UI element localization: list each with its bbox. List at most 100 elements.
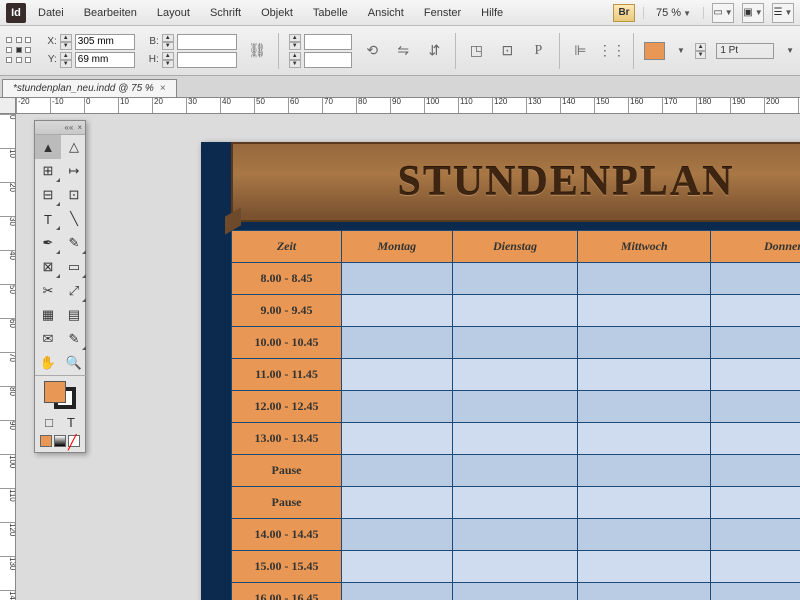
schedule-cell	[578, 583, 711, 600]
chevron-down-icon[interactable]: ▼	[677, 46, 685, 55]
fill-stroke-swatch[interactable]	[44, 381, 76, 409]
apply-color-icon[interactable]	[40, 435, 52, 447]
y-input[interactable]	[75, 52, 135, 68]
y-stepper[interactable]: ▲▼	[60, 52, 72, 68]
menu-type[interactable]: Schrift	[202, 4, 249, 22]
schedule-cell	[578, 327, 711, 359]
select-container-icon[interactable]: ◳	[466, 40, 487, 62]
menu-window[interactable]: Fenster	[416, 4, 469, 22]
stroke-stepper[interactable]: ▲▼	[695, 43, 706, 59]
h-stepper[interactable]: ▲▼	[162, 52, 174, 68]
menu-layout[interactable]: Layout	[149, 4, 198, 22]
schedule-cell	[452, 359, 578, 391]
tools-panel[interactable]: ««× ▲ △ ⊞ ↦ ⊟ ⊡ T ╲ ✒ ✎ ⊠ ▭ ✂ ⤢ ▦ ▤ ✉ ✎ …	[34, 120, 86, 453]
direct-selection-tool-icon[interactable]: △	[61, 135, 87, 159]
gap-tool-icon[interactable]: ↦	[61, 159, 87, 183]
page-tool-icon[interactable]: ⊞	[35, 159, 61, 183]
reference-point[interactable]	[6, 37, 33, 65]
zoom-level[interactable]: 75 %▼	[643, 7, 704, 19]
view-options-icon[interactable]: ▭▼	[712, 3, 734, 23]
content-placer-icon[interactable]: ⊡	[61, 183, 87, 207]
panel-header[interactable]: «« ×	[35, 121, 85, 135]
type-tool-icon[interactable]: T	[35, 207, 61, 231]
schedule-cell	[578, 519, 711, 551]
menu-help[interactable]: Hilfe	[473, 4, 511, 22]
ruler-origin[interactable]	[0, 98, 16, 114]
flip-v-icon[interactable]: ⇵	[424, 40, 445, 62]
x-input[interactable]	[75, 34, 135, 50]
scissors-tool-icon[interactable]: ✂	[35, 279, 61, 303]
document-page[interactable]: STUNDENPLAN ZeitMontagDienstagMittwochDo…	[201, 142, 800, 600]
menu-bar: Id Datei Bearbeiten Layout Schrift Objek…	[0, 0, 800, 26]
menu-object[interactable]: Objekt	[253, 4, 301, 22]
hand-tool-icon[interactable]: ✋	[35, 351, 61, 375]
menu-table[interactable]: Tabelle	[305, 4, 356, 22]
menu-edit[interactable]: Bearbeiten	[76, 4, 145, 22]
flip-h-icon[interactable]: ⇋	[393, 40, 414, 62]
selection-tool-icon[interactable]: ▲	[35, 135, 61, 159]
x-label: X:	[43, 36, 57, 47]
gradient-feather-tool-icon[interactable]: ▤	[61, 303, 87, 327]
schedule-cell	[711, 423, 800, 455]
h-input[interactable]	[177, 52, 237, 68]
rectangle-tool-icon[interactable]: ▭	[61, 255, 87, 279]
bridge-button[interactable]: Br	[613, 4, 635, 22]
select-content-icon[interactable]: ⊡	[497, 40, 518, 62]
column-header: Donnerstag	[711, 231, 800, 263]
constrain-icon[interactable]: ⛓	[247, 40, 268, 62]
note-tool-icon[interactable]: ✉	[35, 327, 61, 351]
time-cell: 15.00 - 15.45	[232, 551, 342, 583]
schedule-cell	[578, 423, 711, 455]
formatting-text-icon[interactable]: T	[61, 413, 81, 431]
apply-none-icon[interactable]: ╱	[68, 435, 80, 447]
fill-swatch[interactable]	[644, 42, 665, 60]
line-tool-icon[interactable]: ╲	[61, 207, 87, 231]
ruler-horizontal[interactable]: -20-100102030405060708090100110120130140…	[16, 98, 800, 114]
menu-view[interactable]: Ansicht	[360, 4, 412, 22]
rectangle-frame-tool-icon[interactable]: ⊠	[35, 255, 61, 279]
schedule-cell	[452, 487, 578, 519]
x-stepper[interactable]: ▲▼	[60, 34, 72, 50]
canvas[interactable]: STUNDENPLAN ZeitMontagDienstagMittwochDo…	[16, 114, 800, 600]
menu-file[interactable]: Datei	[30, 4, 72, 22]
content-collector-icon[interactable]: ⊟	[35, 183, 61, 207]
timetable-header: STUNDENPLAN	[231, 142, 800, 222]
screen-mode-icon[interactable]: ▣▼	[742, 3, 764, 23]
eyedropper-tool-icon[interactable]: ✎	[61, 327, 87, 351]
close-icon[interactable]: ×	[160, 83, 166, 94]
chevron-down-icon[interactable]: ▼	[786, 46, 794, 55]
schedule-cell	[452, 583, 578, 600]
apply-gradient-icon[interactable]	[54, 435, 66, 447]
formatting-container-icon[interactable]: □	[39, 413, 59, 431]
schedule-cell	[342, 583, 453, 600]
free-transform-tool-icon[interactable]: ⤢	[61, 279, 87, 303]
p-icon[interactable]: P	[528, 40, 549, 62]
document-tab[interactable]: *stundenplan_neu.indd @ 75 % ×	[2, 79, 177, 97]
fill-color-icon[interactable]	[44, 381, 66, 403]
scale-y-input[interactable]	[304, 52, 352, 68]
rotate-icon[interactable]: ⟲	[362, 40, 383, 62]
time-cell: 12.00 - 12.45	[232, 391, 342, 423]
control-bar: X: ▲▼ Y: ▲▼ B: ▲▼ H: ▲▼ ⛓ ▲▼ ▲▼	[0, 26, 800, 76]
scale-y-stepper[interactable]: ▲▼	[289, 52, 301, 68]
scale-x-input[interactable]	[304, 34, 352, 50]
collapse-icon[interactable]: ««	[64, 123, 73, 132]
time-cell: 16.00 - 16.45	[232, 583, 342, 600]
w-stepper[interactable]: ▲▼	[162, 34, 174, 50]
zoom-tool-icon[interactable]: 🔍	[61, 351, 87, 375]
stroke-weight[interactable]: 1 Pt	[716, 43, 774, 59]
y-label: Y:	[43, 54, 57, 65]
schedule-cell	[342, 423, 453, 455]
pen-tool-icon[interactable]: ✒	[35, 231, 61, 255]
schedule-cell	[711, 455, 800, 487]
close-icon[interactable]: ×	[77, 123, 82, 132]
distribute-icon[interactable]: ⋮⋮	[601, 40, 623, 62]
schedule-cell	[452, 295, 578, 327]
gradient-swatch-tool-icon[interactable]: ▦	[35, 303, 61, 327]
ruler-vertical[interactable]: 0102030405060708090100110120130140150	[0, 114, 16, 600]
w-input[interactable]	[177, 34, 237, 50]
arrange-icon[interactable]: ☰▼	[772, 3, 794, 23]
scale-x-stepper[interactable]: ▲▼	[289, 34, 301, 50]
align-icon[interactable]: ⊫	[570, 40, 591, 62]
pencil-tool-icon[interactable]: ✎	[61, 231, 87, 255]
